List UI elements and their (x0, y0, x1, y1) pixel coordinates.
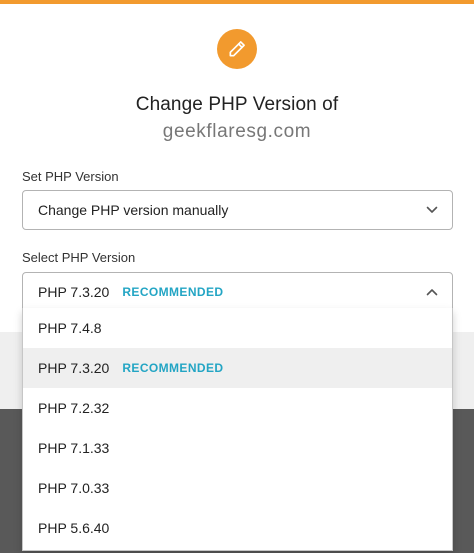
select-php-version-value: PHP 7.3.20 (38, 284, 110, 300)
option-label: PHP 7.4.8 (38, 320, 102, 336)
set-php-version-value: Change PHP version manually (38, 202, 229, 218)
dropdown-option-selected[interactable]: PHP 7.3.20 RECOMMENDED (23, 348, 452, 388)
option-label: PHP 7.2.32 (38, 400, 110, 416)
dropdown-option[interactable]: PHP 5.6.40 (23, 508, 452, 548)
dialog-domain: geekflaresg.com (162, 121, 312, 142)
select-php-version-select[interactable]: PHP 7.3.20 RECOMMENDED (22, 272, 453, 312)
dropdown-option[interactable]: PHP 7.4.8 (23, 308, 452, 348)
chevron-up-icon (426, 289, 438, 296)
dialog-title: Change PHP Version of (135, 94, 339, 115)
edit-icon-badge (217, 29, 257, 69)
option-label: PHP 5.6.40 (38, 520, 110, 536)
option-label: PHP 7.3.20 (38, 360, 110, 376)
set-php-version-select[interactable]: Change PHP version manually (22, 190, 453, 230)
dropdown-option[interactable]: PHP 7.1.33 (23, 428, 452, 468)
php-version-dropdown-list: PHP 7.4.8 PHP 7.3.20 RECOMMENDED PHP 7.2… (22, 308, 453, 551)
option-label: PHP 7.0.33 (38, 480, 110, 496)
set-php-version-label: Set PHP Version (22, 169, 119, 184)
option-label: PHP 7.1.33 (38, 440, 110, 456)
pencil-icon (229, 41, 245, 57)
dropdown-option[interactable]: PHP 7.0.33 (23, 468, 452, 508)
recommended-badge: RECOMMENDED (122, 285, 224, 299)
dropdown-option[interactable]: PHP 7.2.32 (23, 388, 452, 428)
chevron-down-icon (426, 206, 438, 213)
recommended-badge: RECOMMENDED (122, 361, 224, 375)
select-php-version-label: Select PHP Version (22, 250, 136, 265)
